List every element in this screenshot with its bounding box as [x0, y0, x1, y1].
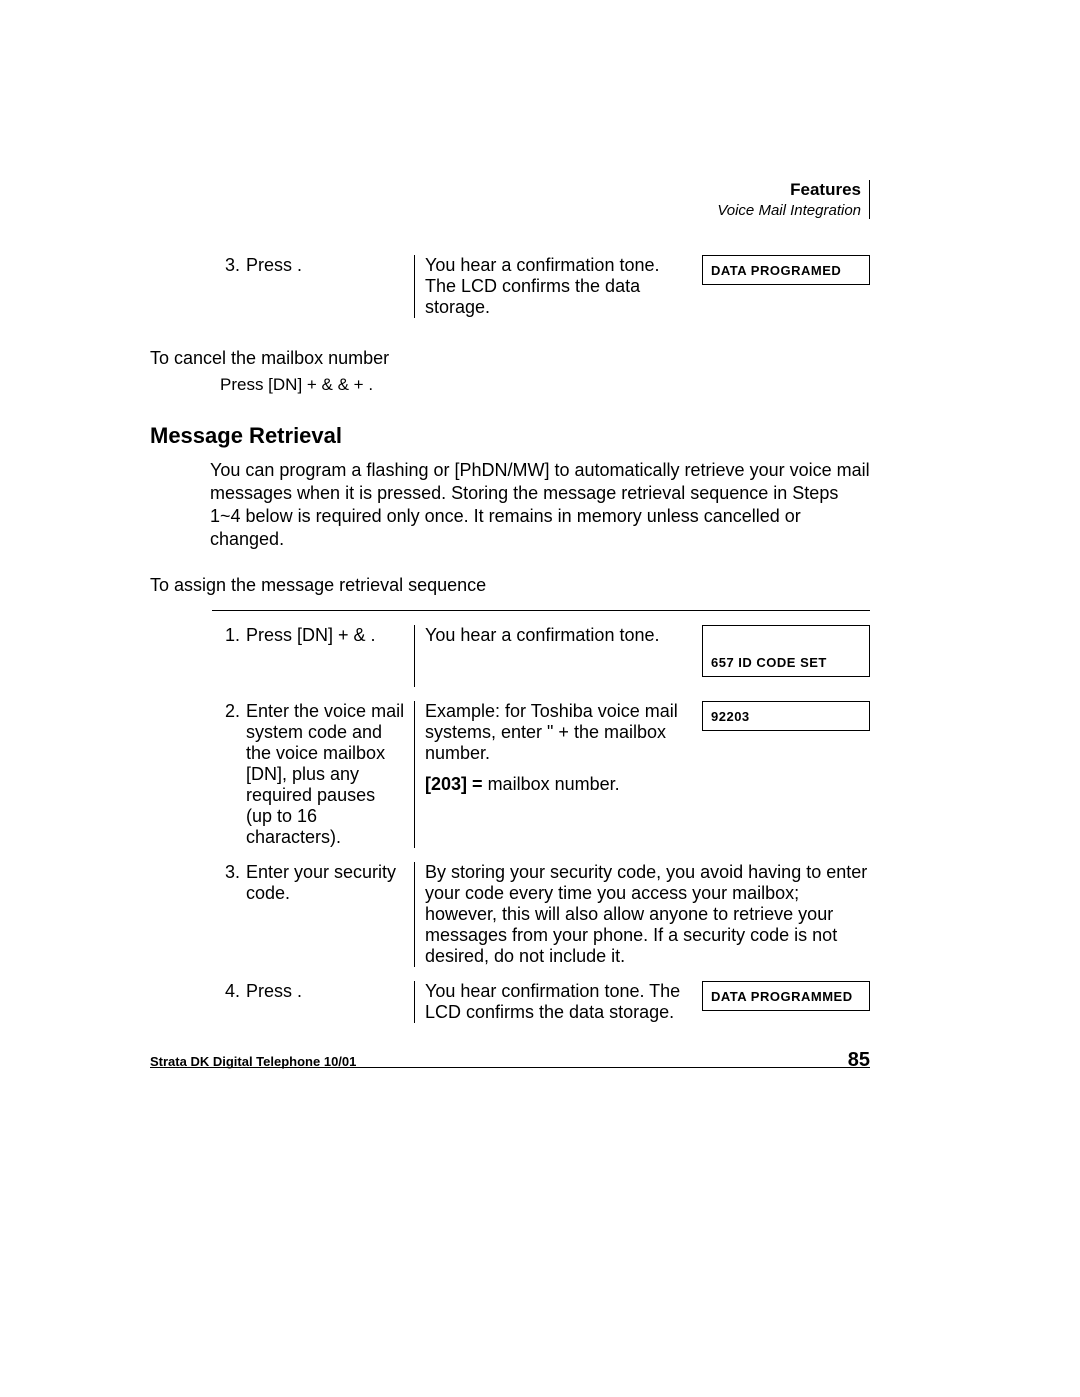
- table-row: 4. Press . You hear confirmation tone. T…: [212, 981, 870, 1023]
- step-number: 2.: [212, 701, 246, 722]
- lcd-display: DATA PROGRAMMED: [702, 981, 870, 1011]
- step-action: Enter your security code.: [246, 862, 414, 904]
- content-area: 3. Press . You hear a confirmation tone.…: [150, 255, 870, 1068]
- assign-title: To assign the message retrieval sequence: [150, 575, 870, 596]
- step-action: Enter the voice mail system code and the…: [246, 701, 414, 848]
- table-row: 2. Enter the voice mail system code and …: [212, 701, 870, 848]
- page-footer: Strata DK Digital Telephone 10/01 85: [150, 1049, 870, 1072]
- lcd-display: 657 ID CODE SET: [702, 625, 870, 677]
- table-row: 1. Press [DN] + & . You hear a confirmat…: [212, 625, 870, 687]
- step-description: You hear a confirmation tone. The LCD co…: [425, 255, 692, 318]
- footer-doc-title: Strata DK Digital Telephone 10/01: [150, 1054, 356, 1069]
- step-number: 3.: [212, 255, 246, 276]
- page-number: 85: [848, 1049, 870, 1072]
- section-paragraph: You can program a flashing or [PhDN/MW] …: [210, 459, 870, 551]
- step-number: 1.: [212, 625, 246, 646]
- header-chapter: Features: [717, 180, 861, 200]
- step-action: Press [DN] + & .: [246, 625, 414, 646]
- step-description: You hear a confirmation tone.: [425, 625, 692, 646]
- step-number: 4.: [212, 981, 246, 1002]
- step-action: Press .: [246, 255, 414, 276]
- section-title: Message Retrieval: [150, 423, 870, 449]
- step-3-top: 3. Press . You hear a confirmation tone.…: [212, 255, 870, 318]
- table-row: 3. Enter your security code. By storing …: [212, 862, 870, 967]
- page: Features Voice Mail Integration 3. Press…: [0, 0, 1080, 1397]
- page-header: Features Voice Mail Integration: [717, 180, 870, 220]
- step-description: You hear confirmation tone. The LCD conf…: [425, 981, 692, 1023]
- table-row: 3. Press . You hear a confirmation tone.…: [212, 255, 870, 318]
- step-extra: [203] = [203] = mailbox number.mailbox n…: [425, 774, 870, 795]
- step-description: By storing your security code, you avoid…: [425, 862, 870, 967]
- step-action: Press .: [246, 981, 414, 1002]
- cancel-instruction: Press [DN] + & & + .: [220, 375, 870, 395]
- step-number: 3.: [212, 862, 246, 883]
- lcd-display: DATA PROGRAMED: [702, 255, 870, 285]
- steps-table: 1. Press [DN] + & . You hear a confirmat…: [212, 625, 870, 1023]
- lcd-display: 92203: [702, 701, 870, 731]
- cancel-title: To cancel the mailbox number: [150, 348, 870, 369]
- step-description: Example: for Toshiba voice mail systems,…: [425, 701, 692, 764]
- divider: [212, 610, 870, 611]
- header-section: Voice Mail Integration: [717, 202, 861, 219]
